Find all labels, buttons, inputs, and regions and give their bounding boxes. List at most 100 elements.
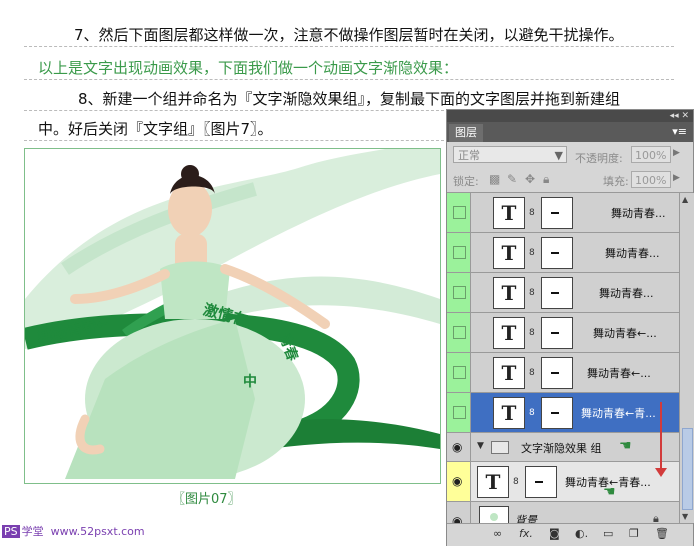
instruction-line-7: 7、然后下面图层都这样做一次，注意不做操作图层暂时在关闭，以避免干扰操作。 — [74, 26, 624, 44]
link-icon: 8 — [529, 368, 535, 378]
example-image: 舞动青春← 激情在 青春 中 — [24, 148, 441, 484]
layer-name[interactable]: 背景 — [515, 512, 537, 523]
fill-field[interactable]: 100% — [631, 171, 671, 188]
chevron-right-icon[interactable]: ▶ — [673, 173, 680, 183]
link-icon: 8 — [529, 208, 535, 218]
layer-name[interactable]: 舞动青春... — [611, 205, 666, 221]
eye-off-icon — [453, 206, 466, 219]
divider — [24, 46, 674, 47]
panel-bottom-bar: ∞ fx. ◙ ◐. ▭ ❐ 🗑︎ — [447, 523, 693, 546]
layer-name[interactable]: 舞动青春←... — [587, 365, 651, 381]
lock-icon: 🔒︎ — [653, 512, 659, 523]
layer-row[interactable]: T 8 舞动青春←... — [447, 313, 679, 353]
panel-titlebar[interactable]: ◂◂ ✕ — [447, 110, 693, 122]
group-name[interactable]: 文字渐隐效果 组 — [521, 440, 602, 456]
link-icon: 8 — [513, 477, 519, 487]
mask-thumbnail[interactable] — [541, 357, 573, 389]
mask-thumbnail[interactable] — [541, 277, 573, 309]
blend-mode-select[interactable]: 正常 ▼ — [453, 146, 567, 163]
eye-icon: ◉ — [452, 514, 463, 523]
background-row[interactable]: ◉ 背景 🔒︎ — [447, 502, 679, 523]
lock-row: 锁定: ▩ ✎ ✥ 🔒︎ 填充: 100% ▶ — [447, 168, 693, 193]
ribbon-text: 中 — [243, 374, 257, 390]
panel-menu-icon[interactable]: ▾≡ — [672, 125, 687, 138]
text-layer-icon: T — [477, 466, 509, 498]
lock-all-icon[interactable]: 🔒︎ — [543, 172, 549, 187]
divider — [24, 110, 444, 111]
lock-paint-icon[interactable]: ✎ — [507, 172, 517, 186]
lock-transparency-icon[interactable]: ▩ — [489, 172, 500, 186]
chevron-right-icon[interactable]: ▶ — [673, 148, 680, 158]
link-layers-icon[interactable]: ∞ — [493, 527, 502, 540]
group-child-row[interactable]: ◉ T 8 舞动青春←青春... ☚ — [447, 462, 679, 502]
link-icon: 8 — [529, 248, 535, 258]
mask-thumbnail[interactable] — [541, 197, 573, 229]
eye-icon: ◉ — [452, 474, 463, 488]
layer-name[interactable]: 舞动青春... — [599, 285, 654, 301]
summary-line: 以上是文字出现动画效果，下面我们做一个动画文字渐隐效果： — [38, 59, 459, 77]
image-caption: 〖图片07〗 — [172, 492, 241, 507]
hand-cursor-icon: ☚ — [603, 484, 616, 500]
visibility-toggle[interactable]: ◉ — [447, 433, 471, 461]
text-layer-icon: T — [493, 237, 525, 269]
opacity-field[interactable]: 100% — [631, 146, 671, 163]
group-row[interactable]: ◉ ▼ 文字渐隐效果 组 ☚ — [447, 433, 679, 462]
hand-cursor-icon: ☚ — [619, 438, 632, 454]
mask-thumbnail[interactable] — [541, 237, 573, 269]
site-logo: PS 学堂 www.52psxt.com — [2, 525, 145, 538]
layer-name[interactable]: 舞动青春←... — [593, 325, 657, 341]
add-mask-icon[interactable]: ◙ — [549, 527, 560, 540]
layer-row-selected[interactable]: T 8 舞动青春←青... — [447, 393, 679, 433]
scroll-down-icon[interactable]: ▼ — [682, 512, 688, 521]
layer-row[interactable]: T 8 舞动青春... — [447, 233, 679, 273]
link-icon: 8 — [529, 408, 535, 418]
opacity-label: 不透明度: — [575, 152, 623, 165]
new-group-icon[interactable]: ▭ — [603, 527, 613, 540]
eye-off-icon — [453, 406, 466, 419]
drag-arrow — [660, 402, 662, 472]
layer-name[interactable]: 舞动青春... — [605, 245, 660, 261]
visibility-toggle[interactable] — [447, 393, 471, 432]
visibility-toggle[interactable]: ◉ — [447, 502, 471, 523]
instruction-line-8-cont: 中。好后关闭『文字组』〖图片7〗。 — [38, 120, 273, 138]
scroll-thumb[interactable] — [682, 428, 693, 510]
visibility-toggle[interactable] — [447, 353, 471, 392]
text-layer-icon: T — [493, 277, 525, 309]
layer-row[interactable]: T 8 舞动青春... — [447, 273, 679, 313]
folder-icon — [491, 441, 509, 454]
fx-icon[interactable]: fx. — [519, 527, 533, 540]
mask-thumbnail[interactable] — [525, 466, 557, 498]
divider — [24, 140, 444, 141]
eye-off-icon — [453, 286, 466, 299]
lock-label: 锁定: — [453, 175, 479, 188]
visibility-toggle[interactable] — [447, 273, 471, 312]
text-layer-icon: T — [493, 397, 525, 429]
layers-scrollbar[interactable]: ▲ ▼ — [679, 193, 694, 523]
visibility-toggle[interactable]: ◉ — [447, 462, 471, 501]
layer-row[interactable]: T 8 舞动青春... — [447, 193, 679, 233]
layer-row[interactable]: T 8 舞动青春←... — [447, 353, 679, 393]
eye-off-icon — [453, 366, 466, 379]
eye-icon: ◉ — [452, 440, 463, 454]
divider — [24, 79, 674, 80]
visibility-toggle[interactable] — [447, 233, 471, 272]
layers-list: T 8 舞动青春... T 8 舞动青春... T 8 舞动青春... T 8 … — [447, 193, 679, 523]
new-layer-icon[interactable]: ❐ — [629, 527, 639, 540]
delete-layer-icon[interactable]: 🗑︎ — [655, 527, 669, 540]
drag-arrow-head — [655, 468, 667, 477]
expand-triangle-icon[interactable]: ▼ — [477, 441, 484, 451]
scroll-up-icon[interactable]: ▲ — [682, 195, 688, 204]
background-thumbnail — [479, 506, 509, 523]
lock-position-icon[interactable]: ✥ — [525, 172, 535, 186]
link-icon: 8 — [529, 328, 535, 338]
adjustment-layer-icon[interactable]: ◐. — [575, 527, 588, 540]
mask-thumbnail[interactable] — [541, 397, 573, 429]
panel-tab-row: 图层 ▾≡ — [447, 122, 693, 142]
collapse-icon[interactable]: ◂◂ ✕ — [670, 110, 689, 122]
mask-thumbnail[interactable] — [541, 317, 573, 349]
visibility-toggle[interactable] — [447, 313, 471, 352]
visibility-toggle[interactable] — [447, 193, 471, 232]
text-layer-icon: T — [493, 197, 525, 229]
layer-name[interactable]: 舞动青春←青... — [581, 405, 656, 421]
tab-layers[interactable]: 图层 — [449, 124, 483, 142]
